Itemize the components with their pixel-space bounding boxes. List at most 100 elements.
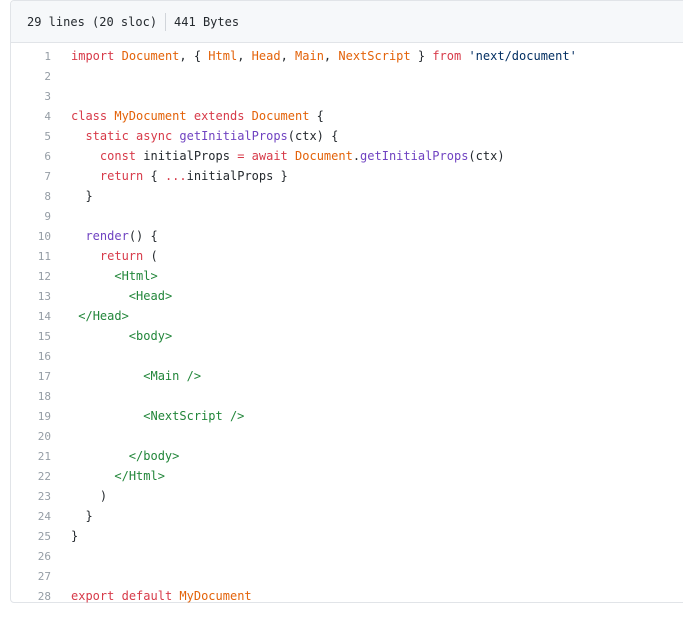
line-number[interactable]: 6 [11, 150, 51, 163]
code-token: , [237, 49, 252, 63]
line-code: return { ...initialProps } [51, 169, 288, 183]
code-token: initialProps [136, 149, 238, 163]
line-code: static async getInitialProps(ctx) { [51, 129, 338, 143]
code-line: 6 const initialProps = await Document.ge… [11, 146, 683, 166]
code-token: import [71, 49, 115, 63]
code-file-viewer: 29 lines (20 sloc) 441 Bytes 1 import Doc… [10, 0, 683, 603]
code-token: Head [136, 289, 165, 303]
code-token: </ [78, 309, 93, 323]
line-number[interactable]: 28 [11, 590, 51, 603]
code-line: 11 return ( [11, 246, 683, 266]
line-number[interactable]: 14 [11, 310, 51, 323]
code-token: > [150, 269, 158, 283]
line-number[interactable]: 13 [11, 290, 51, 303]
code-token: Html [128, 469, 158, 483]
line-code: class MyDocument extends Document { [51, 109, 324, 123]
code-token: Html [121, 269, 151, 283]
line-number[interactable]: 7 [11, 170, 51, 183]
line-number[interactable]: 27 [11, 570, 51, 583]
line-number[interactable]: 2 [11, 70, 51, 83]
code-line: 18 [11, 386, 683, 406]
code-token: Main [150, 369, 180, 383]
line-number[interactable]: 25 [11, 530, 51, 543]
line-number[interactable]: 18 [11, 390, 51, 403]
line-number[interactable]: 10 [11, 230, 51, 243]
line-code: <Html> [51, 269, 158, 283]
line-code: const initialProps = await Document.getI… [51, 149, 505, 163]
code-token: return [99, 169, 144, 183]
line-code: ) [51, 489, 107, 503]
code-token: Head [92, 309, 122, 323]
code-token: . [352, 149, 361, 163]
line-number[interactable]: 23 [11, 490, 51, 503]
code-token: await [251, 149, 288, 163]
code-token: export [71, 589, 115, 603]
code-token: getInitialProps [360, 149, 469, 163]
file-line-count: 29 lines (20 sloc) [27, 14, 158, 29]
code-token: </ [114, 469, 129, 483]
line-number[interactable]: 4 [11, 110, 51, 123]
line-number[interactable]: 17 [11, 370, 51, 383]
code-token: from [432, 49, 462, 63]
code-line: 7 return { ...initialProps } [11, 166, 683, 186]
line-number[interactable]: 19 [11, 410, 51, 423]
code-token: > [121, 309, 129, 323]
code-line: 23 ) [11, 486, 683, 506]
line-number[interactable]: 9 [11, 210, 51, 223]
line-code: } [51, 509, 92, 523]
code-token: NextScript [338, 49, 411, 63]
code-token: MyDocument [179, 589, 252, 603]
code-line: 27 [11, 566, 683, 586]
line-number[interactable]: 1 [11, 50, 51, 63]
code-line: 28 export default MyDocument [11, 586, 683, 606]
line-number[interactable]: 8 [11, 190, 51, 203]
code-line: 8 } [11, 186, 683, 206]
code-line: 14 </Head> [11, 306, 683, 326]
code-token: Document [251, 109, 310, 123]
code-token: body [136, 329, 165, 343]
code-token: { [143, 169, 165, 183]
line-number[interactable]: 15 [11, 330, 51, 343]
line-number[interactable]: 5 [11, 130, 51, 143]
line-number[interactable]: 3 [11, 90, 51, 103]
code-token: ( [143, 249, 158, 263]
code-line: 5 static async getInitialProps(ctx) { [11, 126, 683, 146]
line-code: </Html> [51, 469, 165, 483]
line-number[interactable]: 16 [11, 350, 51, 363]
code-token: > [164, 289, 173, 303]
code-body[interactable]: 1 import Document, { Html, Head, Main, Ne… [11, 43, 683, 606]
line-number[interactable]: 21 [11, 450, 51, 463]
code-line: 22 </Html> [11, 466, 683, 486]
code-line: 26 [11, 546, 683, 566]
code-token: , [280, 49, 296, 63]
code-token: body [143, 449, 173, 463]
file-info-header: 29 lines (20 sloc) 441 Bytes [11, 1, 683, 43]
code-token: Head [251, 49, 281, 63]
line-number[interactable]: 22 [11, 470, 51, 483]
line-code: export default MyDocument [51, 589, 252, 603]
line-number[interactable]: 24 [11, 510, 51, 523]
code-token: extends [193, 109, 245, 123]
code-token: (ctx) [468, 149, 505, 163]
line-number[interactable]: 12 [11, 270, 51, 283]
code-token: < [128, 289, 137, 303]
line-number[interactable]: 26 [11, 550, 51, 563]
code-token: > [172, 449, 180, 463]
file-info-divider [165, 12, 167, 31]
code-line: 17 <Main /> [11, 366, 683, 386]
code-line: 24 } [11, 506, 683, 526]
code-token: getInitialProps [179, 129, 288, 143]
line-number[interactable]: 11 [11, 250, 51, 263]
line-number[interactable]: 20 [11, 430, 51, 443]
code-token: 'next/document' [468, 49, 577, 63]
code-token: static [85, 129, 129, 143]
